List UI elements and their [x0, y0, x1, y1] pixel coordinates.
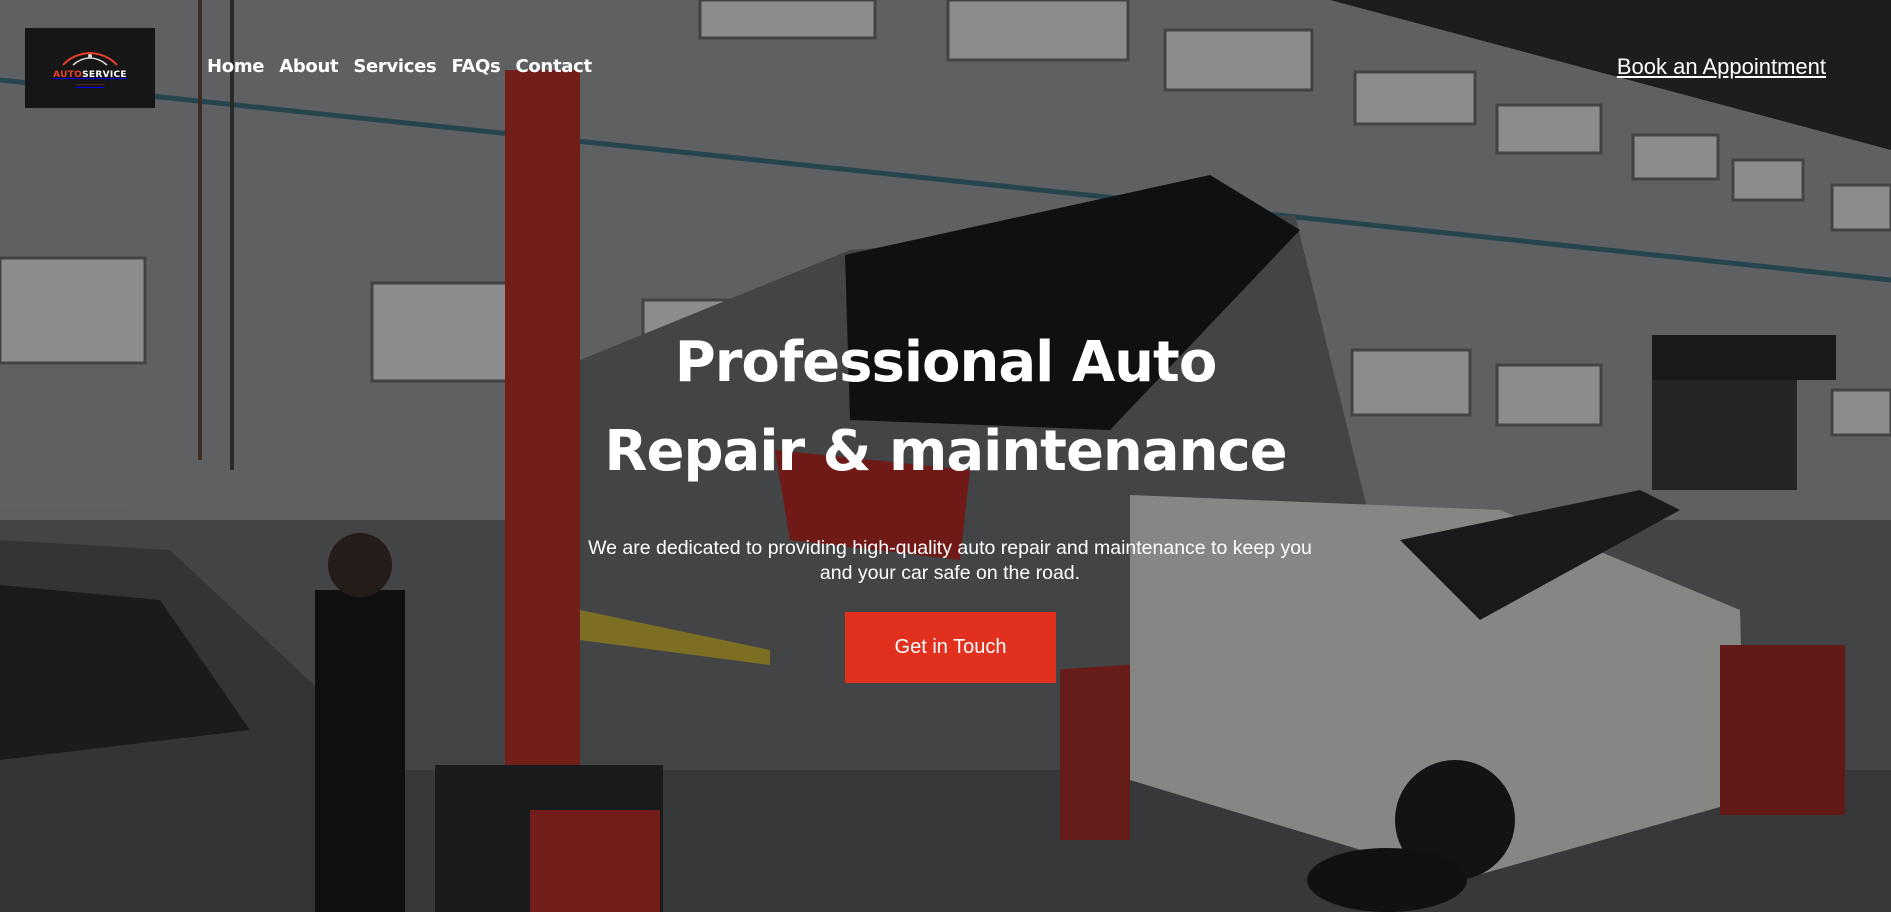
nav-about[interactable]: About [279, 56, 338, 77]
logo-wordmark: AUTOSERVICE [53, 70, 127, 80]
hero-title: Professional Auto Repair & maintenance [0, 318, 1891, 496]
hero-section: AUTOSERVICE ──────────── Home About Serv… [0, 0, 1891, 912]
nav-services[interactable]: Services [353, 56, 436, 77]
nav-contact[interactable]: Contact [515, 56, 592, 77]
hero-title-line-1: Professional Auto [674, 330, 1218, 395]
hero-title-line-2: Repair & maintenance [604, 419, 1287, 484]
main-navigation: Home About Services FAQs Contact [207, 56, 592, 77]
car-logo-icon [62, 51, 118, 66]
nav-home[interactable]: Home [207, 56, 265, 77]
nav-faqs[interactable]: FAQs [451, 56, 500, 77]
logo[interactable]: AUTOSERVICE ──────────── [25, 28, 155, 108]
book-appointment-link[interactable]: Book an Appointment [1617, 54, 1826, 80]
logo-tagline-graphic: ──────────── [75, 81, 105, 87]
logo-word-auto: AUTO [53, 69, 83, 80]
logo-word-service: SERVICE [82, 69, 127, 80]
get-in-touch-button[interactable]: Get in Touch [845, 612, 1056, 683]
hero-subtitle: We are dedicated to providing high-quali… [588, 537, 1312, 584]
